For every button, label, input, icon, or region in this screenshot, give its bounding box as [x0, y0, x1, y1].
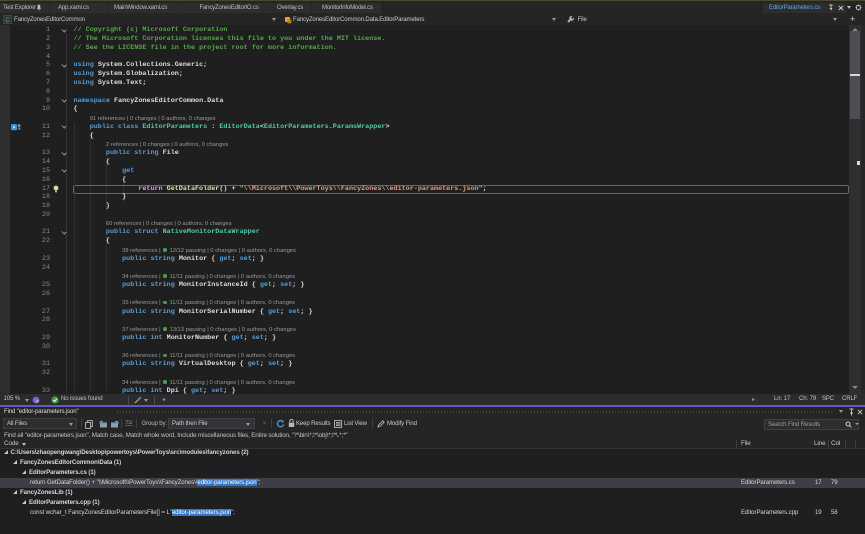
svg-text:C: C — [5, 18, 10, 24]
